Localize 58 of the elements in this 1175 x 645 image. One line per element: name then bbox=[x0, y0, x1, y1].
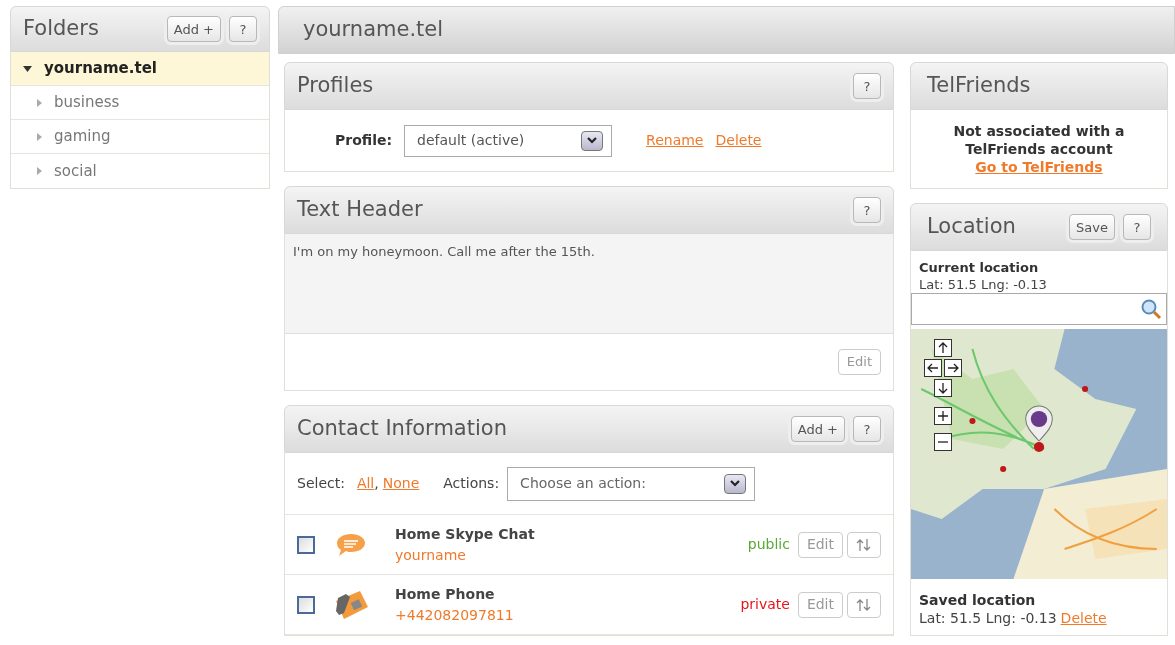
page-title: yourname.tel bbox=[303, 16, 444, 44]
folder-item[interactable]: business bbox=[11, 86, 269, 120]
folder-item[interactable]: social bbox=[11, 154, 269, 188]
help-button[interactable]: ? bbox=[1123, 214, 1151, 240]
up-down-arrows-icon bbox=[856, 597, 872, 612]
panel-title: Folders bbox=[23, 15, 100, 43]
pan-left-button[interactable] bbox=[924, 359, 942, 377]
arrow-right-icon bbox=[947, 362, 959, 374]
help-button[interactable]: ? bbox=[853, 197, 881, 223]
location-search-field[interactable] bbox=[911, 293, 1167, 325]
zoom-out-button[interactable] bbox=[934, 433, 952, 451]
telfriends-message: Not associated with a TelFriends account bbox=[952, 122, 1126, 158]
saved-location-heading: Saved location bbox=[919, 591, 1037, 609]
up-down-arrows-icon bbox=[856, 537, 872, 552]
add-button[interactable]: Add + bbox=[166, 16, 221, 42]
help-button[interactable]: ? bbox=[853, 73, 881, 99]
panel-title: Location bbox=[927, 213, 1017, 241]
folder-item[interactable]: yourname.tel bbox=[11, 52, 269, 86]
caret-down-icon bbox=[23, 65, 32, 72]
panel-title: Contact Information bbox=[297, 415, 508, 443]
plus-icon bbox=[937, 410, 949, 422]
pan-right-button[interactable] bbox=[944, 359, 962, 377]
current-location-heading: Current location bbox=[919, 259, 1040, 276]
contact-name: Home Skype Chat bbox=[395, 524, 536, 544]
arrow-up-icon bbox=[937, 342, 949, 354]
text-header-field[interactable]: I'm on my honeymoon. Call me after the 15th. bbox=[285, 234, 893, 334]
row-checkbox[interactable] bbox=[297, 535, 315, 554]
contact-value: +442082097811 bbox=[395, 605, 515, 625]
profile-select[interactable]: default (active) bbox=[404, 124, 613, 157]
help-button[interactable]: ? bbox=[853, 416, 881, 442]
zoom-in-button[interactable] bbox=[934, 407, 952, 425]
panel-title: Text Header bbox=[297, 196, 424, 224]
arrow-left-icon bbox=[927, 362, 939, 374]
caret-right-icon bbox=[37, 98, 42, 107]
search-icon bbox=[1140, 298, 1162, 320]
profile-label: Profile: bbox=[335, 131, 393, 150]
saved-coordinates: Lat: 51.5 Lng: -0.13 bbox=[919, 609, 1057, 627]
pan-up-button[interactable] bbox=[934, 339, 952, 357]
select-label: Select: bbox=[297, 474, 345, 493]
separator-text: , bbox=[374, 474, 379, 493]
contact-name: Home Phone bbox=[395, 584, 496, 604]
caret-right-icon bbox=[37, 167, 42, 175]
visibility-status: public bbox=[747, 535, 790, 554]
actions-select[interactable]: Choose an action: bbox=[507, 466, 756, 501]
help-button[interactable]: ? bbox=[229, 16, 257, 42]
panel-title: Profiles bbox=[297, 72, 375, 100]
save-button[interactable]: Save bbox=[1069, 214, 1115, 240]
current-coordinates: Lat: 51.5 Lng: -0.13 bbox=[919, 276, 1048, 293]
arrow-down-icon bbox=[937, 382, 949, 394]
row-checkbox[interactable] bbox=[297, 595, 315, 614]
add-button[interactable]: Add + bbox=[790, 416, 845, 442]
contact-value: yourname bbox=[395, 545, 467, 565]
visibility-status: private bbox=[740, 595, 790, 614]
actions-label: Actions: bbox=[443, 474, 500, 493]
pan-down-button[interactable] bbox=[934, 379, 952, 397]
panel-title: TelFriends bbox=[927, 72, 1031, 100]
caret-right-icon bbox=[37, 132, 42, 141]
folder-item[interactable]: gaming bbox=[11, 120, 269, 154]
